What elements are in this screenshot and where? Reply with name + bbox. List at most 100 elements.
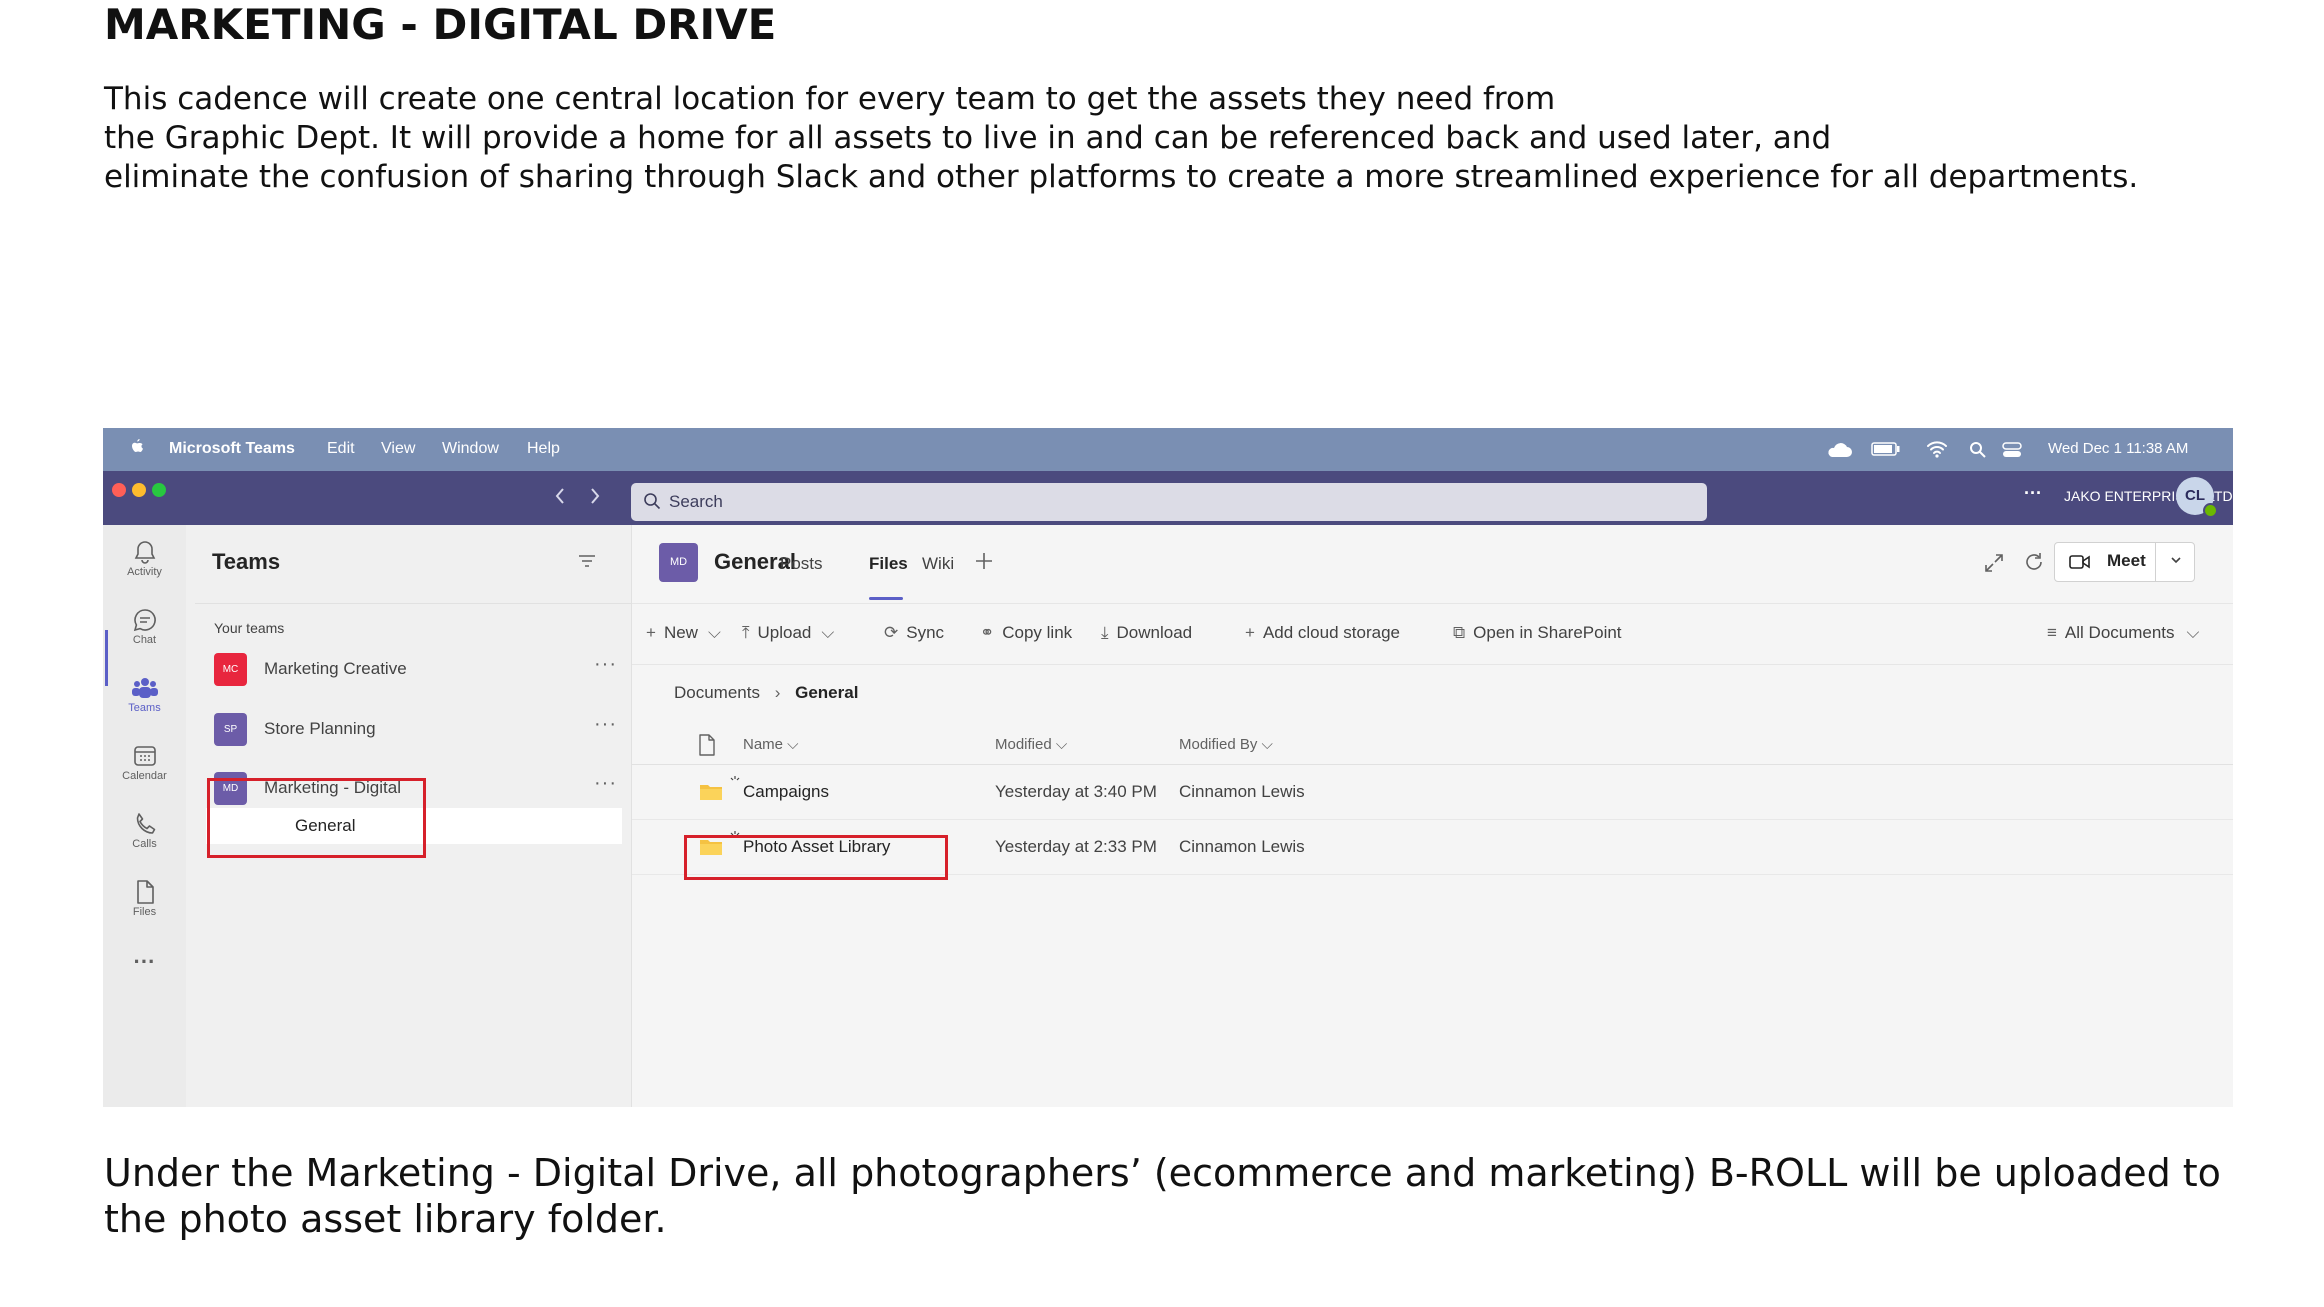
chevron-down-icon: ⌵: [821, 623, 835, 642]
refresh-icon[interactable]: [2023, 551, 2045, 573]
presence-available-icon: [2203, 503, 2218, 518]
rail-label: Teams: [128, 702, 161, 714]
rail-item-files[interactable]: Files: [103, 879, 186, 918]
plus-icon: +: [1245, 623, 1255, 642]
intro-line: This cadence will create one central loc…: [104, 81, 1556, 117]
breadcrumb-current: General: [795, 683, 859, 702]
window-minimize-button[interactable]: [132, 483, 146, 497]
expand-icon[interactable]: [1984, 553, 2004, 573]
battery-icon[interactable]: [1871, 442, 1901, 456]
rail-label: Activity: [127, 566, 162, 578]
wifi-icon[interactable]: [1926, 440, 1948, 458]
file-type-icon[interactable]: [698, 734, 716, 756]
search-icon: [644, 493, 661, 510]
rail-item-teams[interactable]: Teams: [103, 675, 186, 714]
column-header-modified-by[interactable]: Modified By ⌵: [1179, 736, 1273, 753]
new-label: New: [663, 623, 698, 642]
download-button[interactable]: ⤓ Download: [1101, 623, 1192, 643]
menu-app-name[interactable]: Microsoft Teams: [169, 440, 295, 458]
column-label: Modified By: [1179, 736, 1258, 753]
menu-view[interactable]: View: [381, 440, 415, 458]
team-more-button[interactable]: ···: [594, 772, 617, 795]
tab-posts[interactable]: Posts: [780, 554, 823, 574]
teams-pane-title: Teams: [212, 549, 281, 574]
rail-more-apps-button[interactable]: ···: [103, 949, 186, 975]
download-icon: ⤓: [1101, 623, 1109, 642]
active-tab-indicator: [869, 597, 903, 600]
phone-icon: [136, 813, 155, 834]
breadcrumb: Documents › General: [674, 683, 858, 703]
file-modified: Yesterday at 3:40 PM: [995, 782, 1157, 801]
channel-content: MD General Posts Files Wiki Meet + New ⌵ ⤒…: [632, 525, 2233, 1107]
menu-window[interactable]: Window: [442, 440, 499, 458]
highlight-box-photo-asset-library: [684, 835, 948, 880]
divider: [2155, 543, 2156, 581]
file-name[interactable]: Campaigns: [743, 782, 829, 802]
add-cloud-storage-button[interactable]: + Add cloud storage: [1245, 623, 1400, 643]
rail-item-calendar[interactable]: Calendar: [103, 743, 186, 782]
folder-icon: [700, 785, 722, 800]
menubar-clock[interactable]: Wed Dec 1 11:38 AM: [2048, 440, 2188, 457]
table-row[interactable]: Campaigns Yesterday at 3:40 PM Cinnamon …: [632, 765, 2233, 820]
new-item-icon: [730, 776, 740, 781]
team-avatar: MC: [214, 653, 247, 686]
back-arrow-icon[interactable]: [553, 485, 567, 507]
teams-icon: [131, 678, 158, 698]
control-center-icon[interactable]: [2002, 441, 2022, 459]
cloud-icon[interactable]: [1825, 442, 1853, 458]
new-button[interactable]: + New ⌵: [646, 623, 721, 643]
view-selector[interactable]: ≡ All Documents ⌵: [2047, 623, 2199, 643]
settings-more-button[interactable]: ···: [2024, 483, 2042, 504]
team-item-store-planning[interactable]: SP Store Planning ···: [214, 709, 617, 749]
add-tab-icon[interactable]: [974, 551, 994, 571]
copy-link-button[interactable]: ⚭ Copy link: [980, 623, 1072, 643]
file-modified: Yesterday at 2:33 PM: [995, 837, 1157, 856]
video-camera-icon: [2069, 555, 2090, 569]
file-icon: [136, 880, 154, 904]
rail-label: Calendar: [122, 770, 167, 782]
team-item-marketing-creative[interactable]: MC Marketing Creative ···: [214, 649, 617, 689]
bell-icon: [134, 541, 155, 564]
sync-label: Sync: [906, 623, 945, 642]
sync-button[interactable]: ⟳ Sync: [884, 623, 944, 643]
team-name: Store Planning: [264, 719, 376, 738]
copy-link-label: Copy link: [1002, 623, 1073, 642]
filter-icon[interactable]: [578, 553, 596, 569]
files-toolbar: + New ⌵ ⤒ Upload ⌵ ⟳ Sync ⚭ Copy link ⤓ Downloa…: [632, 603, 2233, 665]
teams-screenshot: Microsoft Teams Edit View Window Help We…: [103, 428, 2233, 1107]
divider: [195, 603, 631, 604]
tab-files[interactable]: Files: [869, 554, 908, 574]
rail-item-chat[interactable]: Chat: [103, 607, 186, 646]
app-rail: Activity Chat Teams Calendar Calls Files…: [103, 525, 186, 1107]
chevron-down-icon[interactable]: [2169, 553, 2183, 567]
window-zoom-button[interactable]: [152, 483, 166, 497]
rail-label: Files: [132, 906, 157, 918]
team-more-button[interactable]: ···: [594, 653, 617, 676]
forward-arrow-icon[interactable]: [588, 485, 602, 507]
meet-label: Meet: [2107, 551, 2146, 570]
tab-wiki[interactable]: Wiki: [922, 554, 954, 574]
rail-item-activity[interactable]: Activity: [103, 539, 186, 578]
team-more-button[interactable]: ···: [594, 713, 617, 736]
file-modified-by: Cinnamon Lewis: [1179, 837, 1305, 856]
column-header-name[interactable]: Name ⌵: [743, 736, 799, 753]
search-placeholder: Search: [669, 492, 723, 511]
upload-icon: ⤒: [742, 623, 750, 642]
rail-item-calls[interactable]: Calls: [103, 811, 186, 850]
open-in-sharepoint-button[interactable]: ⧉ Open in SharePoint: [1453, 623, 1622, 643]
download-label: Download: [1116, 623, 1193, 642]
column-header-modified[interactable]: Modified ⌵: [995, 736, 1067, 753]
apple-icon[interactable]: [129, 439, 145, 457]
breadcrumb-root[interactable]: Documents: [674, 683, 760, 702]
channel-header: MD General Posts Files Wiki Meet: [632, 525, 2233, 603]
spotlight-search-icon[interactable]: [1969, 441, 1987, 459]
upload-button[interactable]: ⤒ Upload ⌵: [742, 623, 834, 643]
open-sharepoint-label: Open in SharePoint: [1473, 623, 1622, 642]
meet-button[interactable]: Meet: [2054, 542, 2195, 582]
chat-icon: [133, 609, 156, 632]
search-input[interactable]: Search: [631, 483, 1707, 521]
window-close-button[interactable]: [112, 483, 126, 497]
menu-edit[interactable]: Edit: [327, 440, 355, 458]
intro-paragraph: This cadence will create one central loc…: [104, 80, 2264, 197]
menu-help[interactable]: Help: [527, 440, 560, 458]
